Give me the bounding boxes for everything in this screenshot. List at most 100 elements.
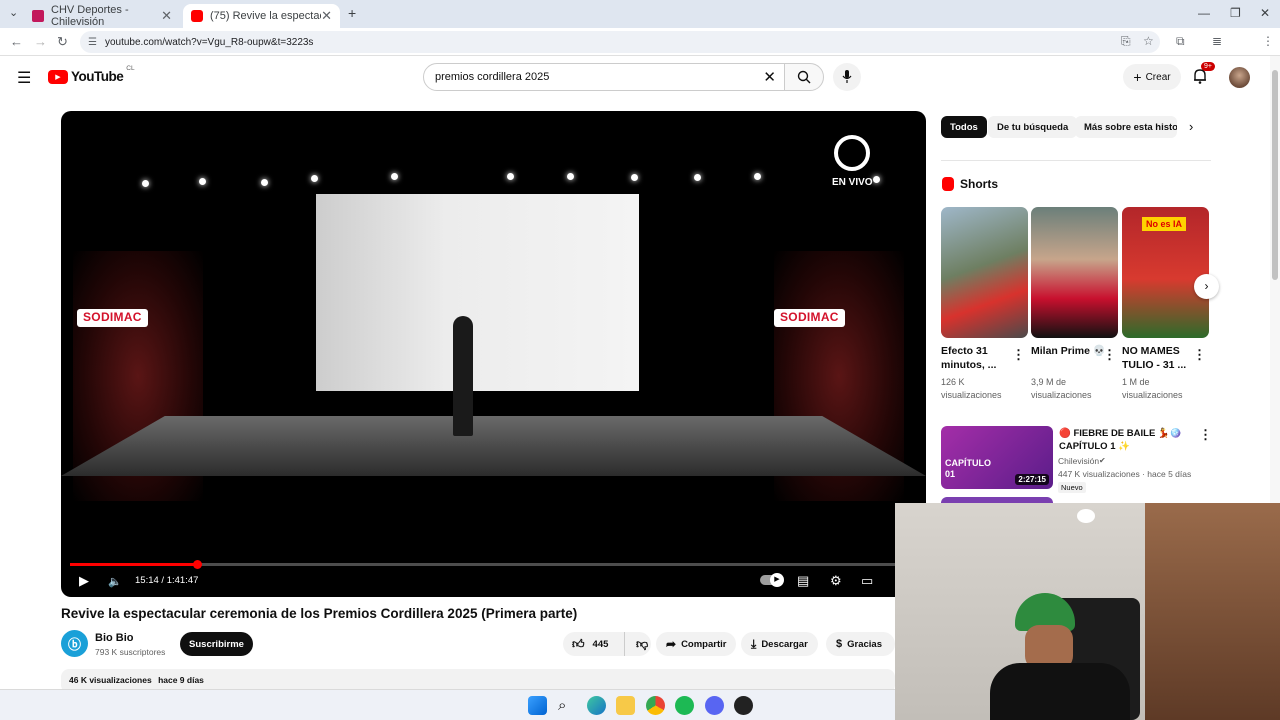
file-explorer-icon[interactable] — [616, 696, 635, 715]
sodimac-logo-left: SODIMAC — [77, 309, 148, 327]
stage-light — [261, 179, 268, 186]
close-window-icon[interactable]: ✕ — [1260, 6, 1270, 20]
recommended-video-thumbnail[interactable]: CAPÍTULO 01 2:27:15 — [941, 426, 1053, 489]
biobio-logo-icon: ⓑ — [67, 637, 81, 652]
windows-taskbar: ⌕ — [0, 689, 895, 720]
live-label: EN VIVO — [832, 177, 873, 188]
reload-icon[interactable]: ↻ — [57, 34, 68, 50]
short-title-1[interactable]: Efecto 31 minutos, ... — [941, 344, 1016, 372]
app-icon[interactable] — [734, 696, 753, 715]
video-title: Revive la espectacular ceremonia de los … — [61, 606, 578, 621]
scrubber-handle[interactable] — [192, 560, 202, 569]
channel-avatar[interactable]: ⓑ — [61, 630, 88, 657]
recommended-menu-icon[interactable]: ⋮ — [1199, 427, 1212, 443]
page-scrollbar[interactable] — [1270, 56, 1280, 503]
scrollbar-thumb[interactable] — [1272, 70, 1278, 280]
short-menu-icon[interactable]: ⋮ — [1012, 347, 1025, 363]
new-tab-button[interactable]: + — [348, 5, 356, 21]
share-label: Compartir — [681, 638, 727, 650]
address-bar[interactable]: ☰ youtube.com/watch?v=Vgu_R8-oupw&t=3223… — [80, 31, 1160, 53]
progress-fill — [70, 563, 197, 566]
search-input[interactable]: premios cordillera 2025 ✕ — [423, 63, 785, 91]
chips-next-chevron-icon[interactable]: › — [1189, 119, 1193, 134]
back-arrow-icon[interactable]: ← — [10, 34, 23, 49]
stage-light — [507, 173, 514, 180]
create-button[interactable]: + Crear — [1123, 64, 1181, 90]
bookmark-star-icon[interactable]: ☆ — [1143, 34, 1154, 48]
extensions-icon[interactable]: ⧉ — [1176, 34, 1185, 49]
time-display: 15:14 / 1:41:47 — [135, 575, 199, 586]
shorts-logo-icon — [942, 177, 954, 191]
shorts-next-button[interactable]: › — [1194, 274, 1219, 299]
edge-icon[interactable] — [587, 696, 606, 715]
spotify-icon[interactable] — [675, 696, 694, 715]
clear-search-icon[interactable]: ✕ — [763, 68, 776, 86]
install-app-icon[interactable]: ⎘ — [1121, 34, 1131, 49]
taskbar-search-icon[interactable]: ⌕ — [558, 696, 577, 715]
short-thumbnail-3[interactable]: No es IA — [1122, 207, 1209, 338]
chrome-icon[interactable] — [646, 696, 665, 715]
youtube-logo[interactable]: ▶ YouTube CL — [48, 65, 135, 84]
dislike-button[interactable]: 👎︎ — [630, 637, 648, 652]
progress-bar[interactable] — [70, 560, 916, 569]
tab-youtube-video[interactable]: (75) Revive la espectacular cere ✕ — [183, 4, 340, 28]
guide-menu-icon[interactable]: ☰ — [17, 68, 31, 88]
volume-icon[interactable]: 🔈 — [108, 575, 122, 588]
close-tab-icon[interactable]: ✕ — [161, 8, 172, 24]
restore-icon[interactable]: ❐ — [1230, 6, 1241, 20]
short-title-2[interactable]: Milan Prime 💀 — [1031, 344, 1106, 358]
short-thumbnail-2[interactable] — [1031, 207, 1118, 338]
thanks-dollar-icon: $ — [836, 638, 843, 650]
search-value: premios cordillera 2025 — [435, 71, 550, 83]
video-player[interactable]: SODIMAC SODIMAC EN VIVO ▶ 🔈 15:14 / 1:41… — [61, 111, 926, 597]
thanks-button[interactable]: $ Gracias — [826, 632, 895, 656]
share-button[interactable]: ➦ Compartir — [656, 632, 737, 656]
short-menu-icon[interactable]: ⋮ — [1103, 347, 1116, 363]
browser-menu-icon[interactable]: ⋮ — [1262, 34, 1274, 48]
stage-floor — [61, 416, 926, 476]
voice-search-button[interactable] — [833, 63, 861, 91]
recommended-video-title[interactable]: 🔴 FIEBRE DE BAILE 💃🪩 CAPÍTULO 1 ✨ — [1059, 427, 1191, 453]
settings-gear-icon[interactable]: ⚙ — [830, 573, 842, 589]
channel-name[interactable]: Bio Bio — [95, 632, 134, 644]
discord-icon[interactable] — [705, 696, 724, 715]
like-button[interactable]: 👍︎ 445 — [563, 632, 625, 656]
browser-tab-strip: ⌄ CHV Deportes - Chilevisión ✕ (75) Revi… — [0, 0, 1280, 28]
short-menu-icon[interactable]: ⋮ — [1193, 347, 1206, 363]
play-button[interactable]: ▶ — [79, 573, 89, 589]
thumbs-up-icon: 👍︎ — [572, 636, 585, 651]
site-info-icon[interactable]: ☰ — [88, 37, 97, 48]
search-button[interactable] — [784, 63, 824, 91]
search-icon — [797, 70, 811, 84]
recommended-channel[interactable]: Chilevisión — [1058, 456, 1099, 466]
forward-arrow-icon[interactable]: → — [34, 34, 47, 49]
short-title-3[interactable]: NO MAMES TULIO - 31 ... — [1122, 344, 1197, 372]
shorts-shelf-header: Shorts — [942, 177, 998, 191]
subscribe-button[interactable]: Suscribirme — [180, 632, 253, 656]
biobio-ring-icon — [834, 135, 871, 171]
chilevision-favicon-icon — [32, 10, 44, 22]
close-tab-icon[interactable]: ✕ — [321, 8, 332, 24]
webcam-ceiling-light — [1077, 509, 1095, 523]
reading-list-icon[interactable]: ≣ — [1212, 34, 1222, 48]
youtube-play-icon: ▶ — [48, 69, 68, 84]
windows-start-icon[interactable] — [528, 696, 547, 715]
chip-todos[interactable]: Todos — [941, 116, 987, 138]
chips-divider — [941, 160, 1211, 161]
shorts-label: Shorts — [960, 177, 999, 191]
account-avatar[interactable] — [1229, 67, 1250, 88]
tab-list-chevron-icon[interactable]: ⌄ — [9, 6, 18, 19]
download-button[interactable]: ⤓ Descargar — [741, 632, 818, 656]
short-views-2: 3,9 M de visualizaciones — [1031, 377, 1092, 400]
theater-mode-icon[interactable]: ▭ — [861, 573, 873, 589]
stage-light — [631, 174, 638, 181]
notifications-button[interactable]: 9+ — [1193, 62, 1215, 89]
autoplay-toggle[interactable]: ▶ — [760, 573, 784, 587]
short-thumbnail-1[interactable] — [941, 207, 1028, 338]
chip-mas-sobre-esta-historia[interactable]: Más sobre esta histor — [1075, 116, 1177, 138]
chip-de-tu-busqueda[interactable]: De tu búsqueda — [988, 116, 1078, 138]
subtitles-icon[interactable]: ▤ — [797, 573, 809, 589]
tab-chv-deportes[interactable]: CHV Deportes - Chilevisión ✕ — [24, 4, 180, 28]
minimize-icon[interactable]: — — [1198, 6, 1210, 20]
notification-badge: 9+ — [1201, 62, 1215, 71]
